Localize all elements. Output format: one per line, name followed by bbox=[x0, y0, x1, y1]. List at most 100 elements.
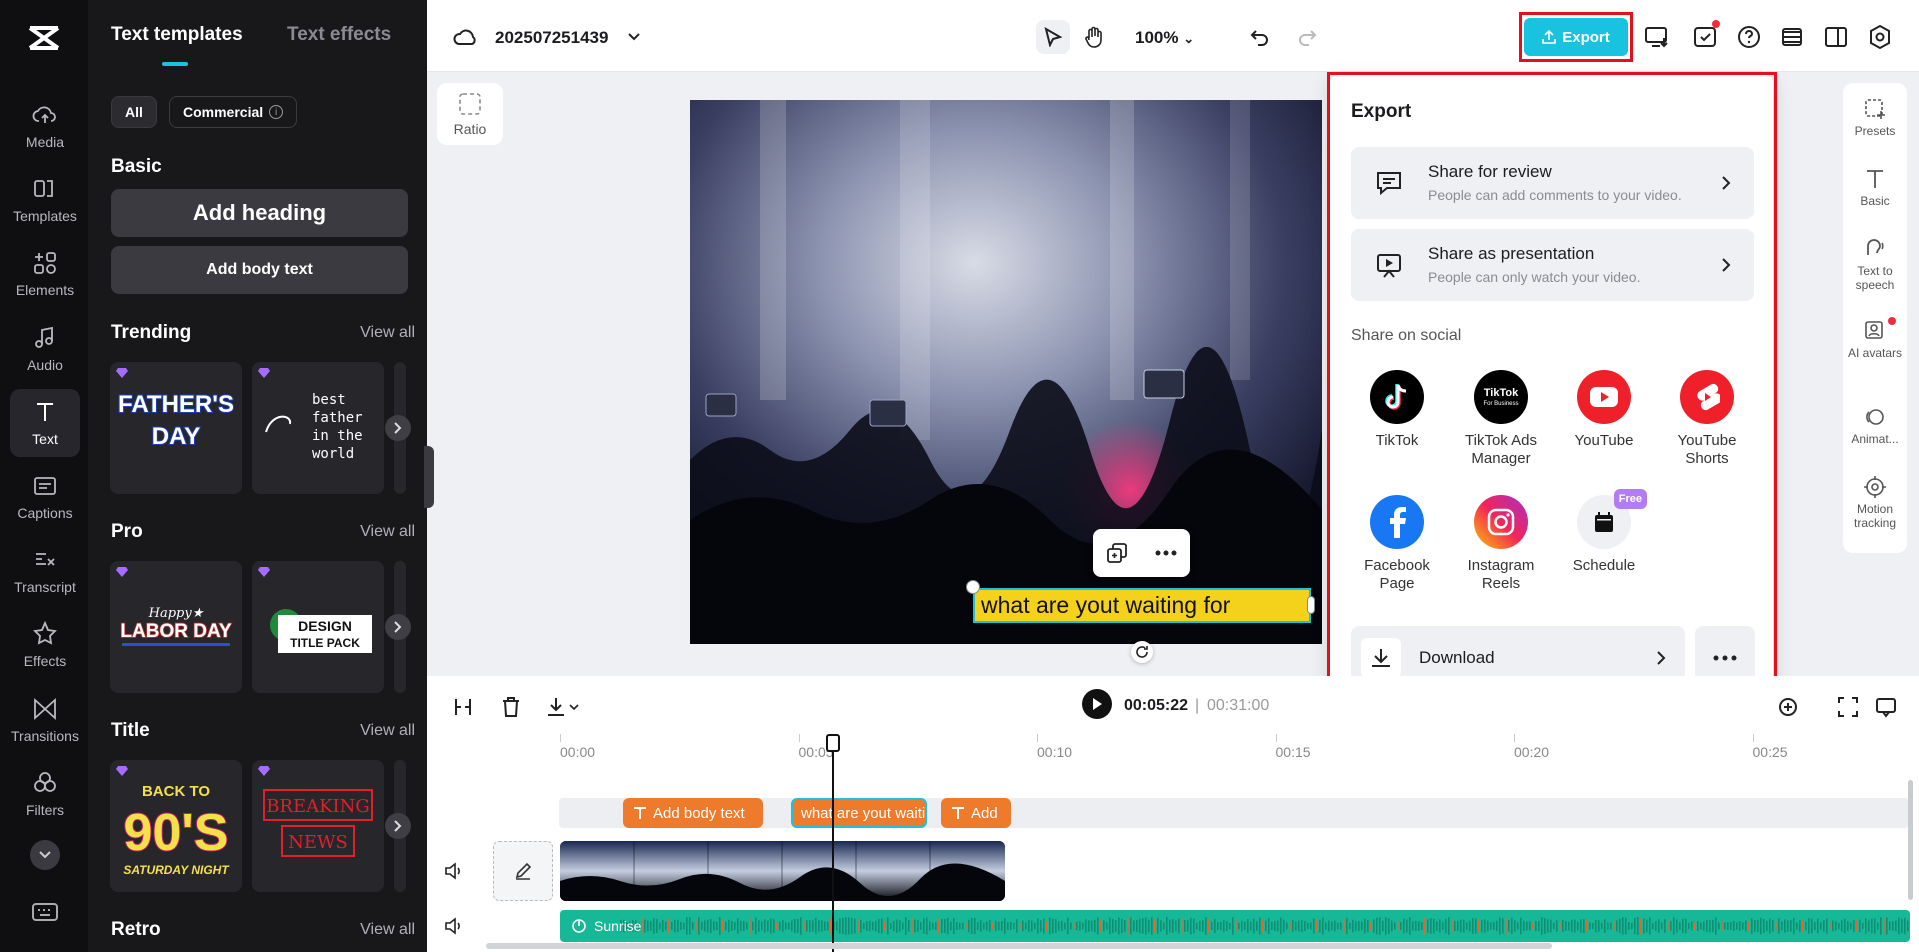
motion-tracking-button[interactable]: Motion tracking bbox=[1843, 475, 1907, 530]
play-button[interactable] bbox=[1082, 689, 1112, 719]
template-card-back-to-90s[interactable]: BACK TO 90'S SATURDAY NIGHT bbox=[110, 760, 242, 892]
zoom-in-icon[interactable] bbox=[1778, 696, 1800, 718]
settings-gear-icon[interactable] bbox=[1867, 24, 1893, 50]
top-toolbar: 202507251439 100% ⌄ Export bbox=[427, 0, 1919, 72]
waveform-bar bbox=[683, 922, 685, 930]
text-clip[interactable]: Add body text bbox=[623, 798, 763, 828]
template-card-best-father[interactable]: best father in the world bbox=[252, 362, 384, 494]
text-to-speech-button[interactable]: Text to speech bbox=[1843, 237, 1907, 292]
cover-edit-button[interactable] bbox=[493, 841, 553, 901]
waveform-bar bbox=[1652, 922, 1654, 930]
video-preview[interactable] bbox=[690, 100, 1322, 644]
ai-avatars-button[interactable]: AI avatars bbox=[1843, 319, 1907, 360]
add-body-text-button[interactable]: Add body text bbox=[111, 246, 408, 294]
filter-chip-commercial[interactable]: Commercial i bbox=[169, 96, 298, 128]
waveform-bar bbox=[995, 920, 997, 932]
text-clip-selected[interactable]: what are yout waiting for bbox=[791, 798, 927, 828]
sidebar-item-media[interactable]: Media bbox=[10, 92, 80, 160]
left-sidebar: Media Templates Elements Audio Text Captions T… bbox=[0, 0, 88, 952]
project-name[interactable]: 202507251439 bbox=[495, 28, 608, 48]
chevron-down-icon[interactable] bbox=[627, 30, 641, 44]
audio-clip[interactable]: Sunrise bbox=[560, 910, 1910, 942]
waveform-bar bbox=[860, 919, 862, 933]
waveform-bar bbox=[1661, 922, 1663, 930]
template-card-breaking-news[interactable]: BREAKING NEWS bbox=[252, 760, 384, 892]
basic-button[interactable]: Basic bbox=[1843, 167, 1907, 208]
presets-button[interactable]: Presets bbox=[1843, 97, 1907, 138]
view-all-trending-link[interactable]: View all bbox=[360, 324, 415, 342]
sidebar-item-transcript[interactable]: Transcript bbox=[10, 537, 80, 605]
more-tools-button[interactable] bbox=[30, 840, 60, 870]
keyboard-icon[interactable] bbox=[32, 902, 58, 922]
template-card-design-title-pack[interactable]: DESIGN TITLE PACK bbox=[252, 561, 384, 693]
waveform-bar bbox=[1409, 917, 1411, 935]
undo-button[interactable] bbox=[1243, 20, 1277, 54]
sidebar-item-audio[interactable]: Audio bbox=[10, 315, 80, 383]
waveform-bar bbox=[722, 920, 724, 932]
audio-waveform bbox=[560, 916, 1910, 936]
redo-icon bbox=[1299, 30, 1317, 46]
waveform-bar bbox=[1472, 918, 1474, 934]
waveform-bar bbox=[1151, 917, 1153, 935]
resize-handle[interactable] bbox=[966, 580, 980, 594]
horizontal-scrollbar[interactable] bbox=[486, 943, 1552, 949]
view-all-title-link[interactable]: View all bbox=[360, 722, 415, 740]
sidebar-item-filters[interactable]: Filters bbox=[10, 760, 80, 828]
playhead-handle[interactable] bbox=[826, 734, 840, 752]
monitor-download-icon[interactable] bbox=[1644, 24, 1670, 50]
add-heading-button[interactable]: Add heading bbox=[111, 189, 408, 237]
fullscreen-icon[interactable] bbox=[1837, 696, 1859, 718]
view-all-pro-link[interactable]: View all bbox=[360, 523, 415, 541]
side-handle[interactable] bbox=[1307, 596, 1315, 614]
duplicate-icon[interactable] bbox=[1106, 542, 1128, 564]
ratio-button[interactable]: Ratio bbox=[437, 83, 503, 145]
sidebar-item-text[interactable]: Text bbox=[10, 388, 80, 457]
playhead[interactable] bbox=[832, 734, 834, 952]
more-options-icon[interactable] bbox=[1155, 550, 1177, 556]
animation-button[interactable]: Animat... bbox=[1843, 405, 1907, 446]
rotate-handle[interactable] bbox=[1131, 641, 1153, 663]
sidebar-item-effects[interactable]: Effects bbox=[10, 611, 80, 679]
template-card-fathers-day[interactable]: FATHER'S DAY bbox=[110, 362, 242, 494]
chevron-right-icon bbox=[394, 820, 402, 832]
zoom-level-dropdown[interactable]: 100% ⌄ bbox=[1135, 28, 1194, 48]
tab-text-effects[interactable]: Text effects bbox=[287, 24, 391, 46]
split-icon[interactable] bbox=[452, 696, 474, 718]
speaker-icon[interactable] bbox=[444, 862, 464, 880]
stack-icon[interactable] bbox=[1779, 24, 1805, 50]
presets-icon bbox=[1865, 99, 1885, 119]
waveform-bar bbox=[680, 921, 682, 931]
filter-chip-all[interactable]: All bbox=[111, 96, 157, 128]
avatar-icon bbox=[1865, 321, 1883, 339]
select-tool-button[interactable] bbox=[1036, 20, 1070, 54]
scroll-right-button[interactable] bbox=[385, 614, 411, 640]
trash-icon[interactable] bbox=[500, 696, 522, 718]
text-clip[interactable]: Add bbox=[941, 798, 1011, 828]
scroll-right-button[interactable] bbox=[385, 415, 411, 441]
tab-text-templates[interactable]: Text templates bbox=[111, 24, 243, 46]
collapse-panel-handle[interactable] bbox=[424, 446, 434, 508]
layout-panel-icon[interactable] bbox=[1823, 24, 1849, 50]
download-dropdown-icon[interactable] bbox=[546, 696, 582, 718]
waveform-bar bbox=[1208, 919, 1210, 933]
feedback-icon[interactable] bbox=[1875, 696, 1897, 718]
video-clip[interactable] bbox=[560, 841, 1005, 901]
sidebar-item-captions[interactable]: Captions bbox=[10, 463, 80, 531]
redo-button[interactable] bbox=[1290, 20, 1324, 54]
caption-text-overlay[interactable]: what are yout waiting for bbox=[973, 588, 1311, 623]
waveform-bar bbox=[1619, 918, 1621, 934]
waveform-bar bbox=[815, 917, 817, 935]
sidebar-item-templates[interactable]: Templates bbox=[10, 166, 80, 234]
view-all-retro-link[interactable]: View all bbox=[360, 921, 415, 939]
sidebar-item-elements[interactable]: Elements bbox=[10, 240, 80, 308]
cloud-sync-icon[interactable] bbox=[453, 27, 477, 49]
help-icon[interactable] bbox=[1736, 24, 1762, 50]
waveform-bar bbox=[1382, 920, 1384, 932]
scroll-right-button[interactable] bbox=[385, 813, 411, 839]
hand-tool-button[interactable] bbox=[1077, 20, 1111, 54]
vertical-scrollbar[interactable] bbox=[1908, 780, 1913, 900]
speaker-icon[interactable] bbox=[444, 917, 464, 935]
template-card-labor-day[interactable]: Happy★ LABOR DAY bbox=[110, 561, 242, 693]
sidebar-item-transitions[interactable]: Transitions bbox=[10, 686, 80, 754]
waveform-bar bbox=[1130, 917, 1132, 935]
